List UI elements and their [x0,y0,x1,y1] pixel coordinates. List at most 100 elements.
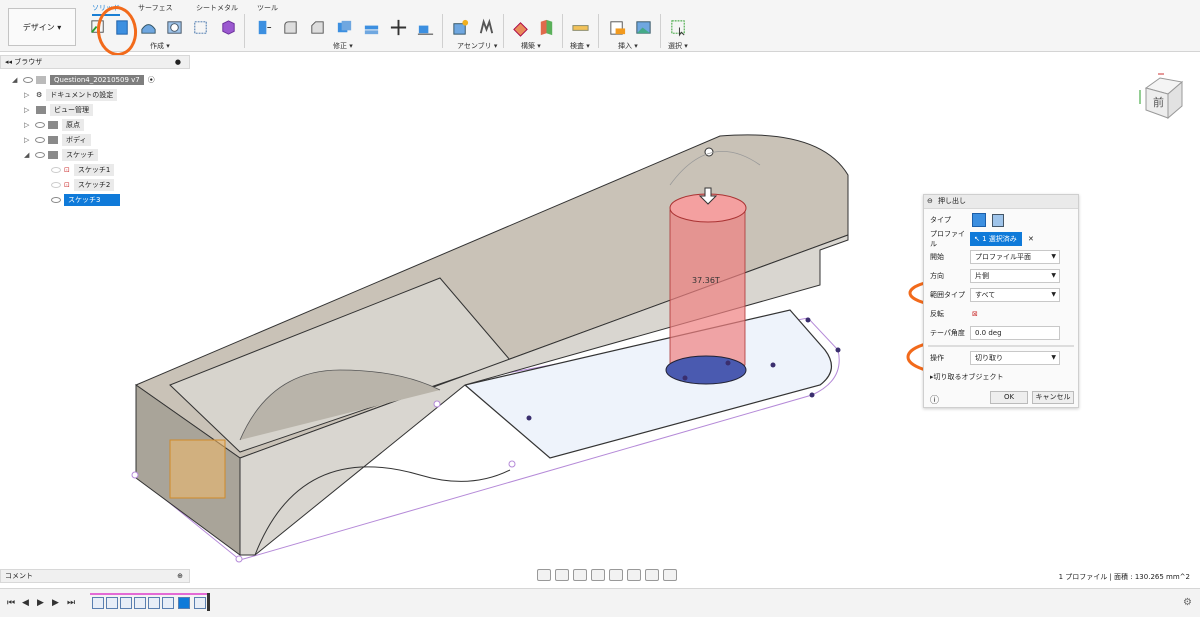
expand-icon[interactable]: ▷ [24,136,32,144]
dialog-title-bar[interactable]: ⊖ 押し出し [924,195,1078,209]
go-to-start-icon[interactable]: ⏮ [7,598,15,608]
expand-icon[interactable]: ▷ [24,106,32,114]
clear-selection-icon[interactable]: ✕ [1028,235,1034,243]
orbit-icon[interactable] [537,569,551,581]
zoom-icon[interactable] [591,569,605,581]
timeline-feature-extrude[interactable] [194,597,206,609]
taper-angle-input[interactable]: 0.0 deg [970,326,1060,340]
chamfer-icon[interactable] [307,17,328,38]
comments-panel[interactable]: コメント ⊕ [0,569,190,583]
shell-icon[interactable] [334,17,355,38]
fillet-icon[interactable] [280,17,301,38]
go-to-end-icon[interactable]: ⏭ [67,598,75,608]
eye-icon[interactable] [51,167,61,173]
timeline-feature-sketch[interactable] [92,597,104,609]
group-assemble[interactable]: アセンブリ ▾ [457,41,497,51]
thin-extrude-icon[interactable] [992,213,1004,227]
group-construct[interactable]: 構築 ▾ [521,41,541,51]
tree-item-sketch[interactable]: ⊡ スケッチ1 [48,164,115,176]
align-icon[interactable] [415,17,436,38]
joint-icon[interactable] [476,17,497,38]
eye-icon[interactable] [35,122,45,128]
viewcube-face[interactable]: 前 [1153,94,1164,110]
tree-item-sketch[interactable]: ⊡ スケッチ2 [48,179,115,191]
tree-item-bodies[interactable]: ▷ ボディ [24,134,91,146]
eye-icon[interactable] [35,152,45,158]
insert-svg-icon[interactable] [607,17,628,38]
tab-tools[interactable]: ツール [257,3,278,13]
timeline-marker[interactable] [207,593,210,611]
workspace-switcher[interactable]: デザイン ▾ [8,8,76,46]
profile-selection-button[interactable]: ↖ 1 選択済み [970,232,1022,246]
pan-icon[interactable] [573,569,587,581]
timeline-feature-extrude[interactable] [162,597,174,609]
start-select[interactable]: プロファイル平面 ▼ [970,250,1060,264]
collapse-icon[interactable]: ⊖ [927,195,933,208]
viewcube[interactable]: 前 [1138,72,1188,122]
step-forward-icon[interactable]: ▶ [52,598,59,608]
timeline-feature-extrude[interactable] [148,597,160,609]
tree-root[interactable]: ◢ Question4_20210509 v7 ⦿ [12,74,155,86]
press-pull-icon[interactable] [253,17,274,38]
operation-select[interactable]: 切り取り ▼ [970,351,1060,365]
group-select[interactable]: 選択 ▾ [668,41,688,51]
new-component-icon[interactable] [450,17,471,38]
collapse-icon[interactable]: ◢ [12,76,20,84]
tree-item-sketch-selected[interactable]: スケッチ3 [48,194,121,206]
direction-select[interactable]: 片側 ▼ [970,269,1060,283]
offset-plane-icon[interactable] [510,17,531,38]
tree-item-document-settings[interactable]: ▷ ⚙ ドキュメントの設定 [24,89,118,101]
tree-item-origin[interactable]: ▷ 原点 [24,119,84,131]
insert-canvas-icon[interactable] [633,17,654,38]
tab-surface[interactable]: サーフェス [138,3,173,13]
timeline-feature-active[interactable] [178,597,190,609]
fit-icon[interactable] [609,569,623,581]
tab-sheet-metal[interactable]: シートメタル [196,3,238,13]
plane-at-angle-icon[interactable] [536,17,557,38]
extent-type-select[interactable]: すべて ▼ [970,288,1060,302]
flip-icon[interactable]: ⊠ [972,310,978,318]
cancel-button[interactable]: キャンセル [1032,391,1074,404]
form-icon[interactable] [218,17,239,38]
extrude-type-icon[interactable] [972,213,986,227]
eye-icon[interactable] [51,182,61,188]
measure-icon[interactable] [570,17,591,38]
timeline-feature-sketch[interactable] [106,597,118,609]
select-icon[interactable] [668,17,689,38]
expand-icon[interactable]: ▷ [24,121,32,129]
ok-button[interactable]: OK [990,391,1028,404]
info-icon[interactable]: ⓘ [930,393,939,406]
add-comment-icon[interactable]: ⊕ [177,570,183,582]
look-at-icon[interactable] [555,569,569,581]
grid-settings-icon[interactable] [645,569,659,581]
expand-icon[interactable]: ▷ [24,91,32,99]
move-icon[interactable] [388,17,409,38]
loft-icon[interactable] [190,17,211,38]
timeline-feature-extrude[interactable] [134,597,146,609]
tree-item-view-management[interactable]: ▷ ビュー管理 [24,104,93,116]
display-settings-icon[interactable] [627,569,641,581]
tree-item-sketches[interactable]: ◢ スケッチ [24,149,98,161]
activate-radio-icon[interactable]: ⦿ [148,75,155,85]
browser-header[interactable]: ◂◂ ブラウザ ● [0,55,190,69]
group-create[interactable]: 作成 ▾ [150,41,170,51]
revolve-icon[interactable] [138,17,159,38]
pin-icon[interactable]: ● [175,56,181,68]
sweep-icon[interactable] [164,17,185,38]
combine-icon[interactable] [361,17,382,38]
eye-icon[interactable] [35,137,45,143]
group-modify[interactable]: 修正 ▾ [333,41,353,51]
eye-icon[interactable] [23,77,33,83]
group-insert[interactable]: 挿入 ▾ [618,41,638,51]
dimension-label[interactable]: 37.36T [692,276,720,285]
timeline-feature-extrude[interactable] [120,597,132,609]
gear-icon[interactable]: ⚙ [1183,597,1192,608]
step-back-icon[interactable]: ◀ [22,598,29,608]
viewports-icon[interactable] [663,569,677,581]
cut-top-ellipse [669,193,747,223]
row-objects-to-cut[interactable]: ▸ 切り取るオブジェクト [930,369,1004,385]
play-icon[interactable]: ▶ [37,598,44,608]
group-inspect[interactable]: 検査 ▾ [570,41,590,51]
collapse-icon[interactable]: ◢ [24,151,32,159]
eye-icon[interactable] [51,197,61,203]
